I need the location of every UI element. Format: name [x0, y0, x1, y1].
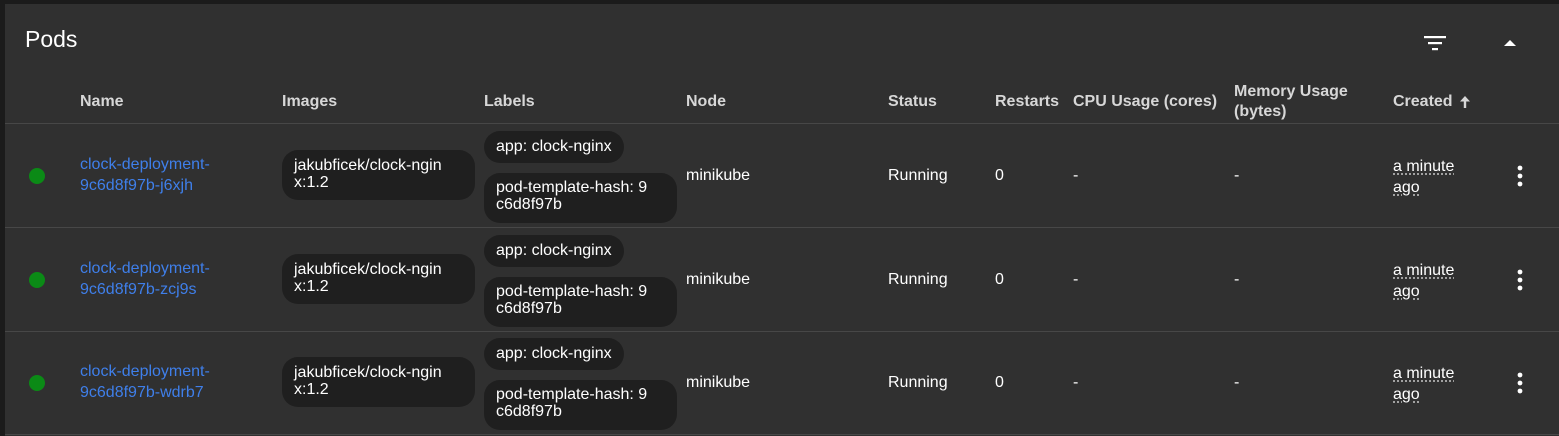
created-value: a minute ago — [1393, 260, 1473, 302]
label-chip-app: app: clock-nginx — [484, 234, 624, 267]
column-header-memory: Memory Usage (bytes) — [1234, 80, 1348, 123]
status-running-icon — [29, 271, 45, 288]
cpu-value: - — [1073, 270, 1079, 288]
pod-name-line1: clock-deployment- — [80, 156, 210, 173]
image-chip-line1: jakubficek/clock-ngin — [294, 364, 442, 381]
image-chip: jakubficek/clock-ngin x:1.2 — [282, 253, 475, 304]
label-chip-hash-line1: pod-template-hash: 9 — [496, 179, 648, 196]
pod-name-link[interactable]: clock-deployment- 9c6d8f97b-j6xjh — [80, 154, 250, 196]
column-header-name[interactable]: Name — [80, 80, 124, 123]
more-vert-icon — [1517, 165, 1523, 187]
label-chip-hash-line2: c6d8f97b — [496, 299, 562, 317]
image-chip: jakubficek/clock-ngin x:1.2 — [282, 357, 475, 407]
image-chip-line2: x:1.2 — [294, 174, 329, 191]
column-header-memory-line1: Memory Usage — [1234, 82, 1348, 100]
image-chip-line2: x:1.2 — [294, 381, 329, 398]
created-line1: a minute — [1393, 158, 1455, 175]
label-chip-hash-line2: c6d8f97b — [496, 196, 562, 213]
created-line2: ago — [1393, 386, 1420, 403]
row-divider — [5, 434, 1559, 435]
pod-name-line2: 9c6d8f97b-wdrb7 — [80, 384, 204, 401]
memory-value: - — [1234, 270, 1240, 288]
card-title: Pods — [25, 26, 78, 52]
label-chip-hash-line1: pod-template-hash: 9 — [496, 282, 648, 300]
label-chip-app: app: clock-nginx — [484, 131, 624, 163]
node-value[interactable]: minikube — [686, 269, 750, 291]
created-line2: ago — [1393, 282, 1420, 300]
status-value: Running — [888, 167, 948, 184]
row-actions-button[interactable] — [1505, 367, 1535, 399]
arrow-up-icon — [1504, 40, 1516, 46]
column-header-status[interactable]: Status — [888, 80, 937, 123]
arrow-upward-icon — [1459, 95, 1470, 108]
node-value[interactable]: minikube — [686, 372, 750, 394]
row-actions-button[interactable] — [1505, 160, 1535, 192]
label-chip-app: app: clock-nginx — [484, 338, 624, 370]
filter-button[interactable] — [1420, 28, 1450, 58]
pod-name-line2: 9c6d8f97b-zcj9s — [80, 280, 197, 298]
status-value: Running — [888, 270, 948, 288]
restarts-value: 0 — [995, 270, 1004, 288]
image-chip-line1: jakubficek/clock-ngin — [294, 260, 442, 278]
column-header-created-label: Created — [1393, 92, 1453, 110]
created-line2: ago — [1393, 179, 1420, 196]
memory-value: - — [1234, 374, 1240, 391]
pod-name-line1: clock-deployment- — [80, 259, 210, 277]
column-header-cpu: CPU Usage (cores) — [1073, 92, 1218, 110]
node-value[interactable]: minikube — [686, 165, 750, 187]
column-header-node[interactable]: Node — [686, 80, 726, 123]
more-vert-icon — [1517, 269, 1523, 290]
image-chip-line1: jakubficek/clock-ngin — [294, 157, 442, 174]
cpu-value: - — [1073, 374, 1079, 391]
row-actions-button[interactable] — [1505, 264, 1535, 296]
column-header-labels: Labels — [484, 92, 535, 110]
image-chip-line2: x:1.2 — [294, 277, 329, 295]
created-value: a minute ago — [1393, 156, 1473, 198]
pod-name-line1: clock-deployment- — [80, 363, 210, 380]
label-chip-hash-line1: pod-template-hash: 9 — [496, 386, 648, 403]
created-value: a minute ago — [1393, 363, 1473, 405]
collapse-button[interactable] — [1495, 28, 1525, 58]
restarts-value: 0 — [995, 374, 1004, 391]
cpu-value: - — [1073, 167, 1079, 184]
created-line1: a minute — [1393, 365, 1455, 382]
more-vert-icon — [1517, 372, 1523, 394]
created-line1: a minute — [1393, 261, 1455, 279]
pod-name-line2: 9c6d8f97b-j6xjh — [80, 177, 193, 194]
filter-list-icon — [1424, 36, 1446, 51]
table-row[interactable]: clock-deployment- 9c6d8f97b-j6xjh jakubf… — [5, 124, 1559, 228]
table-row[interactable]: clock-deployment- 9c6d8f97b-wdrb7 jakubf… — [5, 331, 1559, 435]
status-running-icon — [29, 168, 45, 184]
restarts-value: 0 — [995, 167, 1004, 184]
pod-name-link[interactable]: clock-deployment- 9c6d8f97b-zcj9s — [80, 258, 250, 300]
memory-value: - — [1234, 167, 1240, 184]
table-row[interactable]: clock-deployment- 9c6d8f97b-zcj9s jakubf… — [5, 228, 1559, 332]
image-chip: jakubficek/clock-ngin x:1.2 — [282, 150, 475, 200]
column-header-memory-line2: (bytes) — [1234, 102, 1287, 120]
column-header-restarts: Restarts — [995, 92, 1060, 110]
status-running-icon — [29, 375, 45, 391]
column-header-images: Images — [282, 92, 338, 110]
label-chip-hash: pod-template-hash: 9 c6d8f97b — [484, 276, 677, 327]
label-chip-hash: pod-template-hash: 9 c6d8f97b — [484, 380, 677, 430]
label-chip-hash: pod-template-hash: 9 c6d8f97b — [484, 173, 677, 223]
pods-card: Pods Name Images Labels Node Status Rest… — [5, 4, 1559, 436]
pod-name-link[interactable]: clock-deployment- 9c6d8f97b-wdrb7 — [80, 361, 250, 403]
status-value: Running — [888, 374, 948, 391]
label-chip-hash-line2: c6d8f97b — [496, 403, 562, 420]
column-header-created[interactable]: Created — [1393, 80, 1473, 123]
